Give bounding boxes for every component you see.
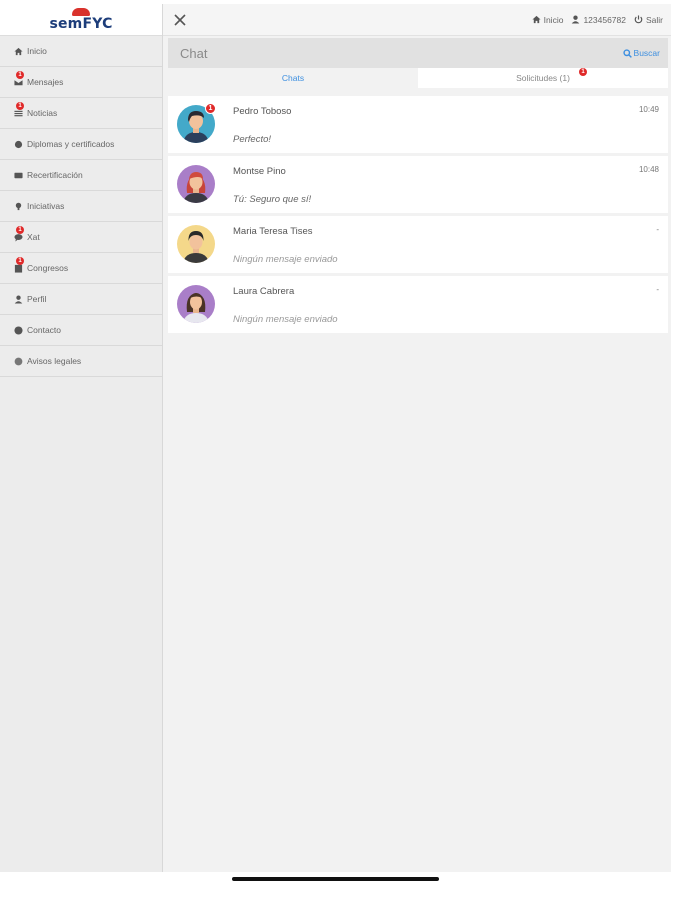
chat-contact-name: Pedro Toboso [233,106,292,117]
tab-chats-label: Chats [281,73,305,83]
notification-badge: 1 [16,226,24,234]
sidebar-item-iniciativas[interactable]: Iniciativas [0,191,162,222]
sidebar-item-label: Iniciativas [27,201,65,211]
sidebar: semFYC Inicio 1 Mensajes 1 Noticias Dipl… [0,4,163,872]
chat-last-message: Ningún mensaje enviado [233,314,338,325]
home-icon [12,45,24,57]
sidebar-item-noticias[interactable]: 1 Noticias [0,98,162,129]
sidebar-item-label: Diplomas y certificados [27,139,115,149]
chat-timestamp: - [656,285,659,294]
chat-item-laura-cabrera[interactable]: Laura Cabrera - Ningún mensaje enviado [168,276,668,333]
tab-requests-label: Solicitudes (1) [516,73,570,83]
home-icon [532,15,541,24]
home-indicator[interactable] [232,877,439,881]
topbar: Inicio 123456782 Salir [163,4,671,36]
main-content: Chat Buscar Chats Solicitudes (1) 1 1 Pe… [163,36,671,872]
sidebar-item-inicio[interactable]: Inicio [0,36,162,67]
sidebar-item-label: Avisos legales [27,356,82,366]
logo-text: semFYC [49,16,113,32]
page-title: Chat [180,45,208,61]
home-link-label: Inicio [543,14,564,25]
notification-badge: 1 [16,71,24,79]
chat-last-message: Tú: Seguro que sí! [233,194,312,205]
chat-item-pedro-toboso[interactable]: 1 Pedro Toboso 10:49 Perfecto! [168,96,668,153]
chat-list: 1 Pedro Toboso 10:49 Perfecto! Montse Pi… [168,96,668,336]
legal-icon [12,355,24,367]
home-link[interactable]: Inicio [532,14,564,25]
sidebar-item-label: Recertificación [27,170,83,180]
sidebar-item-diplomas[interactable]: Diplomas y certificados [0,129,162,160]
sidebar-item-perfil[interactable]: Perfil [0,284,162,315]
user-link-label: 123456782 [583,14,626,25]
chat-contact-name: Laura Cabrera [233,286,295,297]
user-icon [572,15,580,24]
chat-bubble-icon: 1 [12,226,24,243]
info-icon [12,324,24,336]
female-redhair-avatar-icon [177,165,215,203]
sidebar-item-mensajes[interactable]: 1 Mensajes [0,67,162,98]
notification-badge: 1 [579,68,587,76]
sidebar-item-avisos-legales[interactable]: Avisos legales [0,346,162,377]
chat-contact-name: Montse Pino [233,166,286,177]
logo[interactable]: semFYC [0,4,162,36]
sidebar-item-label: Contacto [27,325,62,335]
close-icon [174,13,186,26]
top-links: Inicio 123456782 Salir [524,15,671,25]
search-button-label: Buscar [633,48,660,58]
notification-badge: 1 [16,257,24,265]
chat-timestamp: 10:48 [638,165,659,174]
female-avatar-icon [177,285,215,323]
chat-item-maria-teresa-tises[interactable]: Maria Teresa Tises - Ningún mensaje envi… [168,216,668,273]
lightbulb-icon [12,200,24,212]
logo-mark-icon [72,8,90,16]
news-icon: 1 [12,102,24,119]
sidebar-item-label: Inicio [27,46,47,56]
chat-contact-name: Maria Teresa Tises [233,226,313,237]
notification-badge: 1 [16,102,24,110]
chat-timestamp: - [656,225,659,234]
close-button[interactable] [169,9,191,31]
chat-header: Chat Buscar [168,38,668,68]
search-button[interactable]: Buscar [622,48,660,58]
sidebar-item-contacto[interactable]: Contacto [0,315,162,346]
chat-tabs: Chats Solicitudes (1) 1 [168,68,668,88]
tab-requests[interactable]: Solicitudes (1) 1 [418,68,668,88]
chat-timestamp: 10:49 [638,105,659,114]
user-icon [12,293,24,305]
user-link[interactable]: 123456782 [571,15,626,25]
sidebar-item-label: Mensajes [27,77,64,87]
unread-badge: 1 [205,103,216,114]
building-icon: 1 [12,257,24,274]
envelope-icon: 1 [12,71,24,88]
tab-chats[interactable]: Chats [168,68,418,88]
id-card-icon [12,169,24,181]
male-darkhair-avatar-icon [177,225,215,263]
certificate-icon [12,138,24,150]
search-icon [622,48,632,58]
power-icon [634,15,643,24]
sidebar-item-label: Noticias [27,108,58,118]
logout-link[interactable]: Salir [634,15,663,25]
chat-last-message: Perfecto! [233,134,272,145]
chat-last-message: Ningún mensaje enviado [233,254,338,265]
chat-item-montse-pino[interactable]: Montse Pino 10:48 Tú: Seguro que sí! [168,156,668,213]
logout-link-label: Salir [645,14,663,25]
sidebar-item-congresos[interactable]: 1 Congresos [0,253,162,284]
sidebar-item-label: Congresos [27,263,69,273]
sidebar-item-label: Perfil [27,294,47,304]
sidebar-item-label: Xat [27,232,40,242]
sidebar-item-xat[interactable]: 1 Xat [0,222,162,253]
sidebar-nav: Inicio 1 Mensajes 1 Noticias Diplomas y … [0,36,162,377]
sidebar-item-recertificacion[interactable]: Recertificación [0,160,162,191]
